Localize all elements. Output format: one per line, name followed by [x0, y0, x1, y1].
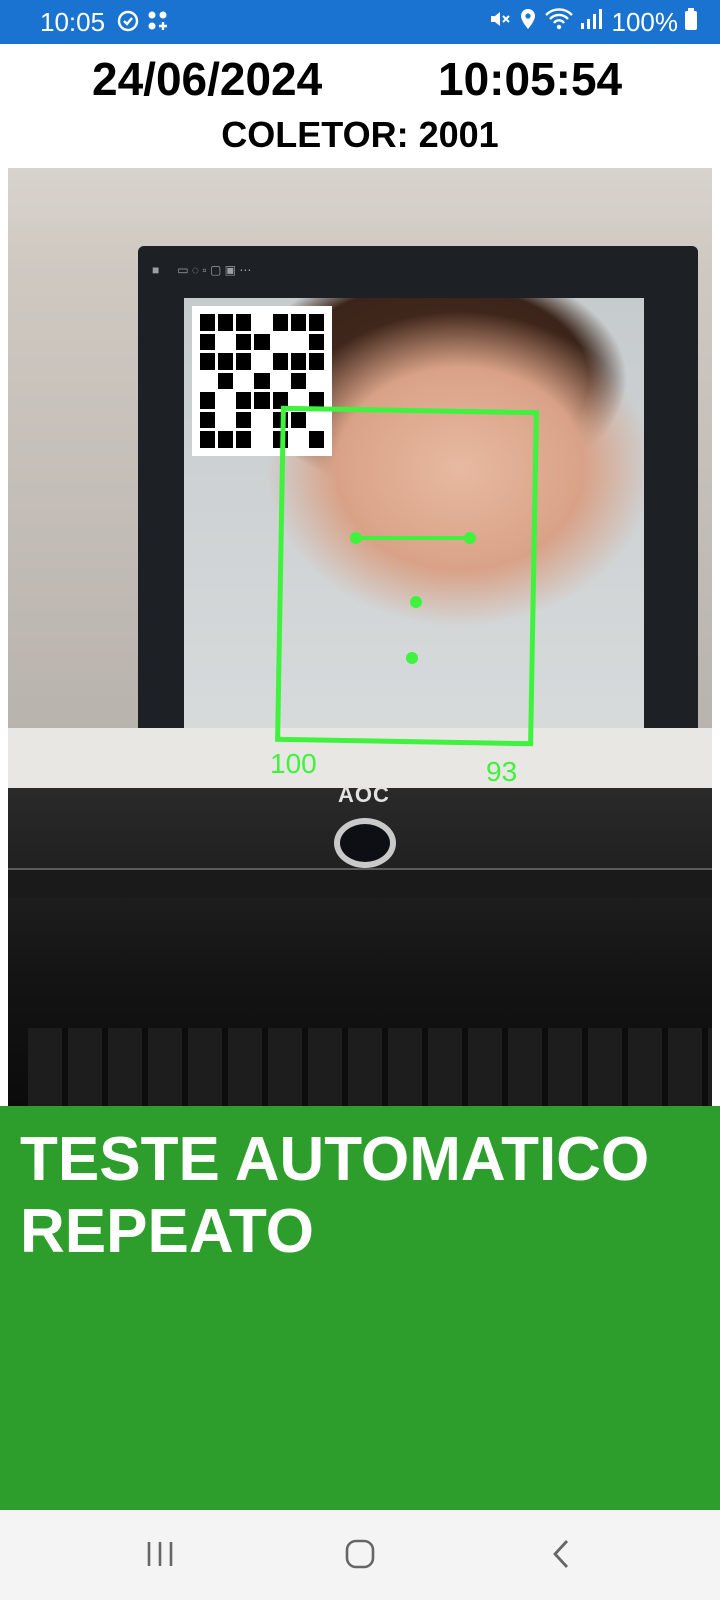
monitor-power-button: [334, 818, 396, 868]
status-time: 10:05: [40, 7, 106, 37]
collector-label: COLETOR: 2001: [221, 114, 499, 155]
right-eye-landmark: [464, 532, 476, 544]
wifi-icon: [544, 7, 574, 38]
back-button[interactable]: [542, 1536, 582, 1576]
result-name-line-1: TESTE AUTOMATICO: [20, 1125, 650, 1194]
camera-preview: ■ ▭ ◌ ▫ ▢ ▣ ⋯ AOC 100 93: [8, 168, 712, 1106]
window-icon: ■: [152, 263, 160, 277]
home-icon: [344, 1538, 376, 1575]
battery-percent: 100%: [611, 7, 679, 37]
home-button[interactable]: [340, 1536, 380, 1576]
desk-edge: [8, 868, 712, 898]
apps-notification-icon: [146, 9, 170, 38]
left-eye-landmark: [350, 532, 362, 544]
header: 24/06/2024 10:05:54: [0, 52, 720, 108]
security-icon: [116, 9, 140, 38]
result-panel: TESTE AUTOMATICO REPEATO: [0, 1106, 720, 1510]
eye-landmark-line: [356, 536, 470, 540]
result-name-line-2: REPEATO: [20, 1197, 314, 1266]
mouth-landmark: [406, 652, 418, 664]
window-controls: ▭ ◌ ▫ ▢ ▣ ⋯: [177, 263, 252, 277]
face-detection-box: [275, 405, 539, 747]
battery-icon: [684, 7, 698, 38]
recent-apps-icon: [144, 1539, 176, 1574]
monitor-titlebar: ■ ▭ ◌ ▫ ▢ ▣ ⋯: [152, 252, 682, 288]
navigation-bar: [0, 1510, 720, 1600]
score-right: 93: [486, 756, 518, 787]
status-right-icons: 100%: [488, 7, 699, 38]
nose-landmark: [410, 596, 422, 608]
score-left: 100: [270, 748, 317, 779]
signal-icon: [580, 7, 602, 38]
recent-apps-button[interactable]: [140, 1536, 180, 1576]
location-icon: [518, 7, 538, 38]
keyboard: [28, 1028, 712, 1106]
date-display: 24/06/2024: [92, 53, 323, 105]
status-bar: 10:05 100%: [0, 0, 720, 44]
status-left-icons: [116, 9, 170, 38]
clock-display: 10:05:54: [438, 53, 623, 105]
monitor-logo: AOC: [338, 782, 390, 807]
back-icon: [550, 1538, 574, 1575]
mute-icon: [488, 7, 512, 38]
